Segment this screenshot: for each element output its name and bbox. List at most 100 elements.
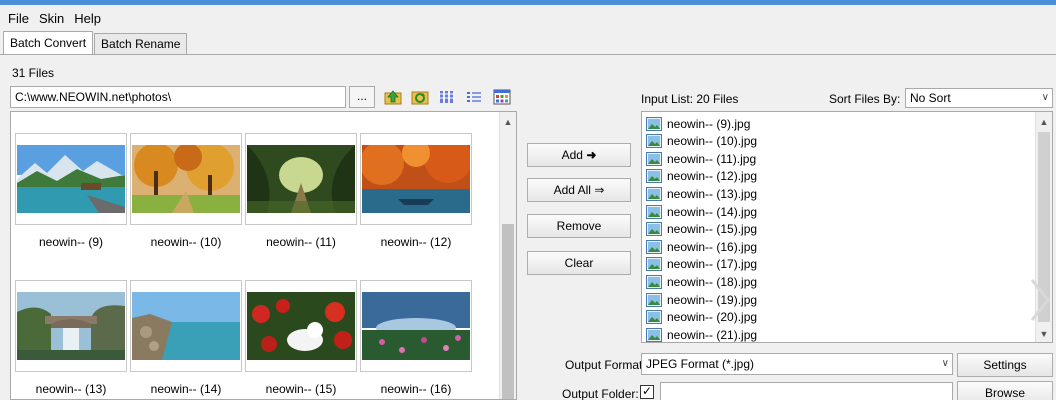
output-folder-input[interactable] <box>660 382 953 400</box>
image-file-icon <box>646 169 662 184</box>
thumbnail-label: neowin-- (12) <box>380 235 452 249</box>
file-list-item[interactable]: neowin-- (21).jpg <box>646 326 758 342</box>
file-list-item-label: neowin-- (12).jpg <box>667 169 758 184</box>
photo-coast <box>132 292 240 360</box>
tab-batch-rename[interactable]: Batch Rename <box>94 33 188 54</box>
list-view-icon[interactable] <box>464 88 484 106</box>
file-list-item[interactable]: neowin-- (16).jpg <box>646 238 757 255</box>
file-list-item-label: neowin-- (19).jpg <box>667 292 758 307</box>
add-button[interactable]: Add ➜ <box>527 143 631 167</box>
thumbnail-item[interactable]: neowin-- (9) <box>15 133 127 249</box>
photo-red-flowers <box>247 292 355 360</box>
file-list-item[interactable]: neowin-- (11).jpg <box>646 150 756 167</box>
thumbnail-frame <box>130 133 242 225</box>
thumbnail-item[interactable]: neowin-- (13) <box>15 280 127 396</box>
image-file-icon <box>646 257 662 272</box>
input-file-list[interactable]: ▲ ▼ neowin-- (9).jpg neowin-- (10).jpg neo… <box>641 111 1053 343</box>
output-format-select[interactable]: JPEG Format (*.jpg) ∨ <box>641 353 953 375</box>
scroll-down-icon[interactable]: ▼ <box>1036 326 1052 342</box>
chevron-down-icon: ∨ <box>941 358 949 369</box>
image-file-icon <box>646 310 662 325</box>
arrow-right-icon: ➜ <box>586 148 597 162</box>
menu-help[interactable]: Help <box>74 11 101 26</box>
browse-path-button[interactable]: ... <box>349 86 375 108</box>
input-list-header: Input List: 20 Files <box>641 92 738 106</box>
menu-bar: File Skin Help <box>0 7 111 29</box>
file-list-item-label: neowin-- (21).jpg <box>667 327 758 342</box>
scroll-up-icon[interactable]: ▲ <box>1036 114 1052 130</box>
file-list-item[interactable]: neowin-- (14).jpg <box>646 203 757 220</box>
folder-up-icon[interactable] <box>383 88 403 106</box>
output-folder-checkbox[interactable]: ✓ <box>640 385 654 399</box>
window-title-strip <box>0 0 1056 5</box>
file-list-item[interactable]: neowin-- (15).jpg <box>646 221 757 238</box>
thumbnail-frame <box>15 133 127 225</box>
output-format-label: Output Format: <box>565 358 646 372</box>
photo-autumn-trees <box>132 145 240 213</box>
thumbnail-panel[interactable]: neowin-- (9) neowin-- (10) neowin-- (11)… <box>10 111 517 400</box>
file-list-item[interactable]: neowin-- (17).jpg <box>646 256 757 273</box>
thumbnail-item[interactable]: neowin-- (16) <box>360 280 472 396</box>
thumbnail-item[interactable]: neowin-- (12) <box>360 133 472 249</box>
image-file-icon <box>646 222 662 237</box>
path-input[interactable]: C:\www.NEOWIN.net\photos\ <box>10 86 346 108</box>
clear-button[interactable]: Clear <box>527 251 631 275</box>
settings-button[interactable]: Settings <box>957 353 1053 377</box>
sort-files-label: Sort Files By: <box>829 92 901 106</box>
add-all-button[interactable]: Add All ⇒ <box>527 178 631 202</box>
refresh-folder-icon[interactable] <box>410 88 430 106</box>
remove-button[interactable]: Remove <box>527 214 631 238</box>
file-list-item[interactable]: neowin-- (9).jpg <box>646 115 750 132</box>
thumbnail-scrollbar[interactable]: ▲ <box>499 112 516 399</box>
chevron-right-icon[interactable] <box>1024 276 1052 324</box>
image-file-icon <box>646 151 662 166</box>
output-format-value: JPEG Format (*.jpg) <box>646 357 755 371</box>
file-list-item-label: neowin-- (9).jpg <box>667 116 751 131</box>
menu-skin[interactable]: Skin <box>39 11 64 26</box>
image-file-icon <box>646 274 662 289</box>
thumbnail-view-icon[interactable] <box>437 88 457 106</box>
browse-button[interactable]: Browse <box>957 381 1053 400</box>
image-file-icon <box>646 327 662 342</box>
file-list-item[interactable]: neowin-- (13).jpg <box>646 185 757 202</box>
file-list-item[interactable]: neowin-- (20).jpg <box>646 309 757 326</box>
add-all-button-label: Add All <box>553 183 591 197</box>
scroll-up-icon[interactable]: ▲ <box>500 114 516 130</box>
sort-files-value: No Sort <box>910 91 951 105</box>
thumbnail-frame <box>360 280 472 372</box>
file-list-item-label: neowin-- (18).jpg <box>667 274 758 289</box>
thumbnail-item[interactable]: neowin-- (15) <box>245 280 357 396</box>
tab-batch-convert[interactable]: Batch Convert <box>3 31 94 54</box>
scrollbar-thumb[interactable] <box>502 224 514 399</box>
file-list-item[interactable]: neowin-- (12).jpg <box>646 168 757 185</box>
thumbnail-label: neowin-- (13) <box>35 382 107 396</box>
photo-autumn-lake <box>362 145 470 213</box>
thumbnail-item[interactable]: neowin-- (10) <box>130 133 242 249</box>
tab-divider <box>0 54 1056 55</box>
image-file-icon <box>646 186 662 201</box>
file-list-item-label: neowin-- (11).jpg <box>667 151 757 166</box>
thumbnail-label: neowin-- (14) <box>150 382 222 396</box>
thumbnail-frame <box>15 280 127 372</box>
image-file-icon <box>646 116 662 131</box>
photo-forest-path <box>247 145 355 213</box>
thumbnail-label: neowin-- (15) <box>265 382 337 396</box>
files-count: 31 Files <box>12 66 55 80</box>
file-list-item-label: neowin-- (14).jpg <box>667 204 758 219</box>
file-list-item[interactable]: neowin-- (19).jpg <box>646 291 757 308</box>
input-list-label: Input List: <box>641 92 694 106</box>
image-file-icon <box>646 292 662 307</box>
thumbnail-item[interactable]: neowin-- (11) <box>245 133 357 249</box>
sort-files-select[interactable]: No Sort ∨ <box>905 88 1053 108</box>
file-list-item[interactable]: neowin-- (10).jpg <box>646 133 757 150</box>
thumbnail-label: neowin-- (9) <box>38 235 104 249</box>
thumbnail-item[interactable]: neowin-- (14) <box>130 280 242 396</box>
file-list-item[interactable]: neowin-- (18).jpg <box>646 273 757 290</box>
grid-view-icon[interactable] <box>492 88 512 106</box>
file-list-item-label: neowin-- (20).jpg <box>667 310 758 325</box>
menu-file[interactable]: File <box>8 11 29 26</box>
thumbnail-label: neowin-- (10) <box>150 235 222 249</box>
thumbnail-label: neowin-- (16) <box>380 382 452 396</box>
thumbnail-frame <box>245 280 357 372</box>
photo-waterfall-bridge <box>17 292 125 360</box>
